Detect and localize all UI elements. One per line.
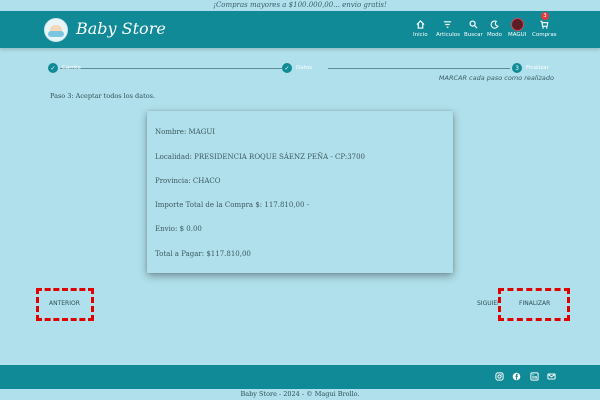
nav-mode[interactable]: Modo <box>487 17 502 39</box>
cart-count-badge: 3 <box>541 12 549 20</box>
nav-home[interactable]: Inicio <box>413 17 428 39</box>
summary-locality: Localidad: PRESIDENCIA ROQUE SÁENZ PEÑA … <box>155 153 366 161</box>
cart-icon: 3 <box>532 12 557 31</box>
check-icon: ✓ <box>48 63 58 73</box>
nav-cart[interactable]: 3 Compras <box>532 12 557 39</box>
home-icon <box>413 17 428 31</box>
promo-banner: ¡Compras mayores a $100.000,00... envio … <box>0 0 600 11</box>
step-number: 3 <box>512 63 522 73</box>
copyright: Baby Store - 2024 - © Magui Brollo. <box>240 390 360 398</box>
step-connector <box>328 68 510 69</box>
step-cart[interactable]: ✓ Carrito <box>48 63 81 73</box>
facebook-icon[interactable] <box>512 372 521 381</box>
footer <box>0 365 600 389</box>
linkedin-icon[interactable] <box>530 372 539 381</box>
summary-total-purchase: Importe Total de la Compra $: 117.810,00… <box>155 201 310 209</box>
blanket-icon <box>48 31 64 37</box>
summary-shipping: Envio: $ 0.00 <box>155 225 202 233</box>
mail-icon[interactable] <box>547 372 556 381</box>
step-data[interactable]: ✓ Datos <box>282 63 312 73</box>
logo[interactable] <box>44 18 68 42</box>
nav-user[interactable]: MAGUI <box>508 17 526 39</box>
navbar: Baby Store Inicio Articulos Buscar Modo … <box>0 11 600 48</box>
moon-icon <box>487 17 502 31</box>
search-icon <box>464 17 483 31</box>
avatar <box>510 17 524 31</box>
order-summary-card: Nombre: MAGUI Localidad: PRESIDENCIA ROQ… <box>147 111 453 273</box>
finish-button[interactable]: FINALIZAR <box>519 300 550 307</box>
filter-icon <box>436 17 460 31</box>
step-connector <box>60 68 286 69</box>
nav-articles[interactable]: Articulos <box>436 17 460 39</box>
brand-name[interactable]: Baby Store <box>76 19 166 38</box>
summary-name: Nombre: MAGUI <box>155 128 216 136</box>
summary-province: Provincia: CHACO <box>155 177 221 185</box>
summary-total-to-pay: Total a Pagar: $117.810,00 <box>155 250 251 258</box>
previous-button[interactable]: ANTERIOR <box>49 300 80 307</box>
step-instructions: Paso 3: Aceptar todos los datos. <box>50 92 156 100</box>
check-icon: ✓ <box>282 63 292 73</box>
nav-search[interactable]: Buscar <box>464 17 483 39</box>
step-note: MARCAR cada paso como realizado <box>438 74 554 82</box>
step-finish[interactable]: 3 Finalizar <box>512 63 549 73</box>
instagram-icon[interactable] <box>495 372 504 381</box>
